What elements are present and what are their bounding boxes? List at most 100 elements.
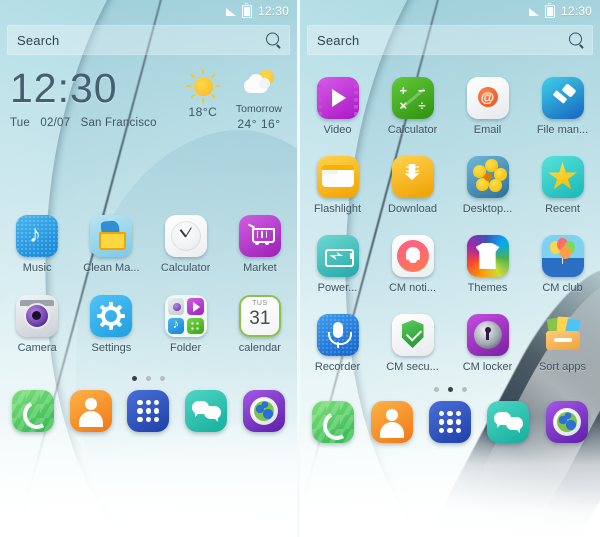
- t-shirt-icon[interactable]: [466, 235, 509, 277]
- app-camera[interactable]: Camera: [0, 295, 74, 354]
- app-flashlight[interactable]: Flashlight: [300, 156, 375, 215]
- page-dot[interactable]: [433, 387, 439, 392]
- app-label: Market: [243, 262, 277, 274]
- calculator-icon[interactable]: + − × ÷: [391, 77, 434, 119]
- widget-date: 02/07: [40, 117, 71, 129]
- widget-clock: 12:30: [10, 65, 118, 111]
- app-calendar[interactable]: TUS 31 calendar: [223, 295, 297, 354]
- app-folder[interactable]: Folder: [149, 295, 223, 354]
- app-calculator[interactable]: + − × ÷ Calculator: [375, 77, 450, 136]
- globe-icon[interactable]: [545, 401, 588, 443]
- dock-messages[interactable]: [177, 390, 235, 432]
- dock-messages[interactable]: [479, 401, 537, 443]
- app-cm-notification[interactable]: CM noti...: [375, 235, 450, 294]
- dock-browser[interactable]: [538, 401, 596, 443]
- app-email[interactable]: @ Email: [450, 77, 525, 136]
- music-note-icon[interactable]: ♪: [16, 215, 59, 257]
- flashlight-torch-icon[interactable]: [541, 77, 584, 119]
- app-row: Recorder CM secu... CM locker Sort apps: [300, 314, 600, 373]
- app-cm-security[interactable]: CM secu...: [375, 314, 450, 373]
- folder-mini-camera-icon: [167, 298, 185, 315]
- app-calculator[interactable]: Calculator: [149, 215, 223, 274]
- app-download[interactable]: Download: [375, 156, 450, 215]
- calendar-icon[interactable]: TUS 31: [238, 295, 281, 337]
- shopping-cart-icon[interactable]: [238, 215, 281, 257]
- flashlight-icon[interactable]: [316, 156, 359, 198]
- app-label: Calculator: [387, 124, 438, 136]
- app-desktop[interactable]: Desktop...: [450, 156, 525, 215]
- person-icon[interactable]: [370, 401, 413, 443]
- app-video[interactable]: Video: [300, 77, 375, 136]
- clock-weather-widget[interactable]: 12:30 Tue 02/07 San Francisco 18°C Tomor…: [0, 67, 297, 131]
- dock-phone[interactable]: [4, 390, 62, 432]
- app-music[interactable]: ♪ Music: [0, 215, 74, 274]
- folder-icon[interactable]: [164, 295, 207, 337]
- grid-dots-icon[interactable]: [429, 401, 472, 443]
- weather-tomorrow: Tomorrow 24° 16°: [236, 69, 282, 131]
- dock-browser[interactable]: [235, 390, 293, 432]
- page-dot[interactable]: [447, 387, 453, 392]
- search-icon[interactable]: [266, 32, 281, 50]
- page-dot[interactable]: [461, 387, 467, 392]
- search-input[interactable]: Search: [7, 33, 59, 48]
- app-settings[interactable]: Settings: [74, 295, 148, 354]
- gear-icon[interactable]: [90, 295, 133, 337]
- analog-clock-icon[interactable]: [164, 215, 207, 257]
- two-phone-screenshot: 12:30 Search 12:30 Tue 02/07 San Francis…: [0, 0, 600, 537]
- app-drawer-screen: 12:30 Search Video +−×÷ Calculator @: [300, 0, 600, 537]
- app-label: Download: [388, 203, 437, 215]
- folder-mini-music-icon: [167, 317, 185, 334]
- dock-contacts[interactable]: [62, 390, 120, 432]
- download-arrow-icon[interactable]: [391, 156, 434, 198]
- star-icon[interactable]: [541, 156, 584, 198]
- globe-icon[interactable]: [243, 390, 286, 432]
- search-bar[interactable]: Search: [7, 25, 290, 55]
- app-grid: ♪ Music Clean Ma... Calculator Market Ca…: [0, 215, 297, 354]
- shield-check-icon[interactable]: [391, 314, 434, 356]
- page-dot[interactable]: [146, 376, 151, 381]
- keyhole-lock-icon[interactable]: [466, 314, 509, 356]
- balloons-icon[interactable]: [541, 235, 584, 277]
- app-file-manager[interactable]: File man...: [525, 77, 600, 136]
- battery-charge-icon[interactable]: [316, 235, 359, 277]
- email-at-icon[interactable]: @: [466, 77, 509, 119]
- dock-app-drawer[interactable]: [421, 401, 479, 443]
- sort-cards-icon[interactable]: [542, 314, 584, 356]
- grid-dots-icon[interactable]: [127, 390, 170, 432]
- dock: [300, 401, 600, 443]
- microphone-icon[interactable]: [316, 314, 359, 356]
- dock-phone[interactable]: [304, 401, 362, 443]
- bell-icon[interactable]: [391, 235, 434, 277]
- dock-contacts[interactable]: [362, 401, 420, 443]
- page-indicator[interactable]: [300, 387, 600, 392]
- phone-handset-icon[interactable]: [312, 401, 355, 443]
- search-input[interactable]: Search: [307, 33, 359, 48]
- status-bar: 12:30: [0, 0, 297, 22]
- search-icon[interactable]: [569, 32, 584, 50]
- app-market[interactable]: Market: [223, 215, 297, 274]
- app-power[interactable]: Power...: [300, 235, 375, 294]
- flower-photo-icon[interactable]: [466, 156, 509, 198]
- app-cm-club[interactable]: CM club: [525, 235, 600, 294]
- camera-icon[interactable]: [16, 295, 59, 337]
- page-dot[interactable]: [132, 376, 137, 381]
- today-temp: 18°C: [188, 105, 218, 119]
- app-themes[interactable]: Themes: [450, 235, 525, 294]
- app-cm-locker[interactable]: CM locker: [450, 314, 525, 373]
- video-play-icon[interactable]: [316, 77, 359, 119]
- dock-app-drawer[interactable]: [120, 390, 178, 432]
- app-recorder[interactable]: Recorder: [300, 314, 375, 373]
- app-sort-apps[interactable]: Sort apps: [525, 314, 600, 373]
- search-bar[interactable]: Search: [307, 25, 593, 55]
- page-indicator[interactable]: [0, 376, 297, 381]
- clean-master-icon[interactable]: [90, 215, 133, 257]
- app-clean-master[interactable]: Clean Ma...: [74, 215, 148, 274]
- person-icon[interactable]: [69, 390, 112, 432]
- app-recent[interactable]: Recent: [525, 156, 600, 215]
- page-dot[interactable]: [160, 376, 165, 381]
- app-row: ♪ Music Clean Ma... Calculator Market: [0, 215, 297, 274]
- chat-bubbles-icon[interactable]: [487, 401, 530, 443]
- phone-handset-icon[interactable]: [11, 390, 54, 432]
- app-label: Themes: [467, 282, 508, 294]
- chat-bubbles-icon[interactable]: [185, 390, 228, 432]
